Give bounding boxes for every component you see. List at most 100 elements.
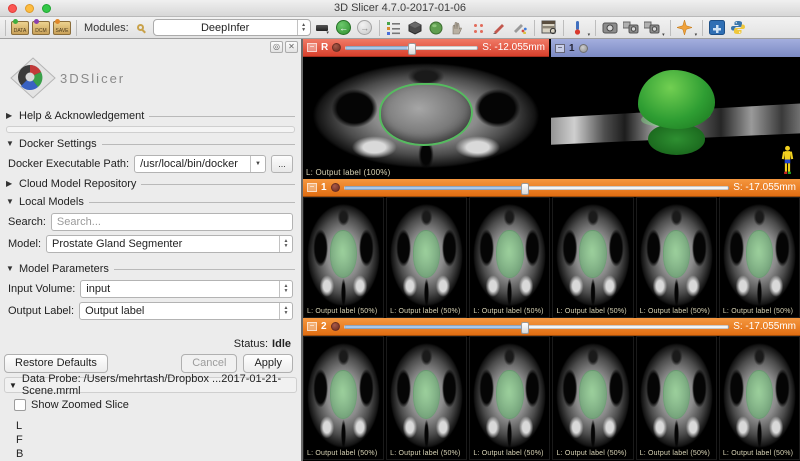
save-scene-icon[interactable]: SAVE bbox=[53, 20, 71, 36]
red-slice-image-area[interactable]: L: Output label (100%) bbox=[303, 57, 549, 179]
module-list-icon[interactable] bbox=[385, 20, 403, 36]
compare-slice-cell[interactable]: L: Output label (50%) bbox=[469, 336, 550, 460]
data-probe-header[interactable]: ▼ Data Probe: /Users/mehrtash/Dropbox ..… bbox=[4, 377, 297, 393]
slider-handle[interactable] bbox=[521, 322, 529, 334]
view-menu-pin-icon[interactable] bbox=[331, 183, 340, 192]
slice-corner-label: L: Output label (50%) bbox=[390, 450, 460, 457]
orientation-person-marker bbox=[780, 145, 795, 176]
view-menu-pin-icon[interactable] bbox=[332, 43, 341, 52]
compare-slice-cell[interactable]: L: Output label (50%) bbox=[719, 197, 800, 318]
combo-spinner-icon: ▲▼ bbox=[279, 303, 292, 319]
collapse-view-button[interactable]: − bbox=[555, 44, 565, 53]
fiducials-icon[interactable] bbox=[469, 20, 487, 36]
compare2-slice-grid: L: Output label (50%)L: Output label (50… bbox=[303, 336, 800, 460]
cloud-repo-header[interactable]: ▶ Cloud Model Repository bbox=[6, 176, 295, 191]
compare-slice-cell[interactable]: L: Output label (50%) bbox=[552, 336, 633, 460]
slicer-window: 3D Slicer 4.7.0-2017-01-06 DATA DCM SAVE… bbox=[0, 0, 800, 461]
red-slice-controller-bar: − R S: -12.055mm bbox=[303, 39, 549, 57]
model-search-input[interactable] bbox=[51, 213, 293, 231]
compare-slice-cell[interactable]: L: Output label (50%) bbox=[719, 336, 800, 460]
local-models-header[interactable]: ▼ Local Models bbox=[6, 194, 295, 209]
docker-path-combobox[interactable]: /usr/local/bin/docker ▼ bbox=[134, 155, 266, 173]
model-combobox[interactable]: Prostate Gland Segmenter ▲▼ bbox=[46, 235, 293, 253]
grab-icon[interactable] bbox=[448, 20, 466, 36]
crosshair-dropdown-icon[interactable]: ▾ bbox=[695, 32, 698, 38]
toolbar-separator bbox=[670, 20, 671, 36]
extensions-icon[interactable] bbox=[708, 20, 726, 36]
ruler-icon[interactable] bbox=[490, 20, 508, 36]
slice-pin-dropdown-icon[interactable]: ▾ bbox=[588, 32, 591, 38]
panel-pin-button[interactable]: ◎ bbox=[270, 41, 283, 53]
compare2-controller-bar: − 2 S: -17.055mm bbox=[303, 318, 800, 336]
crosshair-icon[interactable] bbox=[676, 20, 694, 36]
back-icon[interactable]: ← bbox=[335, 20, 353, 36]
view-settings-gear-icon[interactable] bbox=[579, 44, 588, 53]
module-selector[interactable]: DeepInfer ▲▼ bbox=[153, 19, 311, 36]
model-parameters-header[interactable]: ▼ Model Parameters bbox=[6, 261, 295, 276]
scene-view-dropdown-icon[interactable]: ▾ bbox=[662, 32, 665, 38]
slice-offset-slider[interactable] bbox=[344, 325, 730, 329]
panel-close-button[interactable]: ✕ bbox=[285, 41, 298, 53]
segmentation-overlay bbox=[747, 371, 772, 417]
help-section-header[interactable]: ▶ Help & Acknowledgement bbox=[6, 108, 295, 123]
slice-corner-label: L: Output label (50%) bbox=[473, 308, 543, 315]
compare-slice-cell[interactable]: L: Output label (50%) bbox=[303, 197, 384, 318]
compare-slice-cell[interactable]: L: Output label (50%) bbox=[636, 197, 717, 318]
show-zoomed-slice-checkbox[interactable] bbox=[14, 399, 26, 411]
compare-slice-cell[interactable]: L: Output label (50%) bbox=[552, 197, 633, 318]
scene-3d-icon[interactable] bbox=[406, 20, 424, 36]
view-menu-pin-icon[interactable] bbox=[331, 322, 340, 331]
segmentation-overlay bbox=[664, 371, 689, 417]
scene-view-icon[interactable] bbox=[622, 20, 640, 36]
slider-handle[interactable] bbox=[408, 43, 416, 55]
module-search-icon[interactable] bbox=[132, 20, 150, 36]
threed-render-area[interactable] bbox=[551, 57, 800, 179]
scene-view-restore-icon[interactable] bbox=[643, 20, 661, 36]
combo-spinner-icon: ▲▼ bbox=[279, 281, 292, 297]
dicom-icon[interactable]: DCM bbox=[32, 20, 50, 36]
forward-icon[interactable]: → bbox=[356, 20, 374, 36]
docker-settings-header[interactable]: ▼ Docker Settings bbox=[6, 136, 295, 151]
slicer-logo-text: 3DSlicer bbox=[60, 71, 125, 86]
probe-row-b: B bbox=[16, 447, 301, 461]
cancel-button[interactable]: Cancel bbox=[181, 354, 237, 373]
slice-offset-slider[interactable] bbox=[345, 46, 478, 50]
compare-slice-cell[interactable]: L: Output label (50%) bbox=[469, 197, 550, 318]
compare-slice-cell[interactable]: L: Output label (50%) bbox=[636, 336, 717, 460]
compare-slice-cell[interactable]: L: Output label (50%) bbox=[386, 197, 467, 318]
chevron-down-icon: ▼ bbox=[250, 156, 265, 172]
segmentation-overlay bbox=[664, 231, 689, 276]
collapsed-arrow-icon: ▶ bbox=[6, 179, 14, 188]
slice-offset-slider[interactable] bbox=[344, 186, 730, 190]
slice-corner-label: L: Output label (50%) bbox=[307, 308, 377, 315]
apply-button[interactable]: Apply bbox=[243, 354, 293, 373]
python-console-icon[interactable] bbox=[729, 20, 747, 36]
browse-button[interactable]: ... bbox=[271, 155, 293, 173]
volume-icon[interactable] bbox=[427, 20, 445, 36]
docker-path-label: Docker Executable Path: bbox=[8, 158, 129, 170]
segmentation-overlay bbox=[580, 231, 605, 276]
annotations-icon[interactable] bbox=[511, 20, 529, 36]
slice-pin-icon[interactable] bbox=[569, 20, 587, 36]
input-volume-combobox[interactable]: input ▲▼ bbox=[80, 280, 293, 298]
segmentation-model-3d bbox=[638, 70, 715, 129]
load-data-icon[interactable]: DATA bbox=[11, 20, 29, 36]
view-label: 1 bbox=[569, 43, 575, 54]
screenshot-icon[interactable] bbox=[601, 20, 619, 36]
collapse-view-button[interactable]: − bbox=[307, 322, 317, 331]
collapse-view-button[interactable]: − bbox=[307, 183, 317, 192]
toolbar-separator bbox=[5, 20, 6, 36]
collapse-view-button[interactable]: − bbox=[307, 43, 317, 52]
slider-handle[interactable] bbox=[521, 183, 529, 195]
layout-icon[interactable] bbox=[540, 20, 558, 36]
expanded-arrow-icon: ▼ bbox=[6, 264, 14, 273]
mri-axial-slice: L: Output label (50%) bbox=[304, 198, 383, 317]
module-history-icon[interactable]: ▾ bbox=[314, 20, 332, 36]
output-label-combobox[interactable]: Output label ▲▼ bbox=[79, 302, 293, 320]
window-title: 3D Slicer 4.7.0-2017-01-06 bbox=[0, 2, 800, 14]
toolbar-separator bbox=[534, 20, 535, 36]
compare-slice-cell[interactable]: L: Output label (50%) bbox=[303, 336, 384, 460]
mri-axial-slice: L: Output label (50%) bbox=[470, 337, 549, 459]
compare-slice-cell[interactable]: L: Output label (50%) bbox=[386, 336, 467, 460]
restore-defaults-button[interactable]: Restore Defaults bbox=[4, 354, 108, 373]
